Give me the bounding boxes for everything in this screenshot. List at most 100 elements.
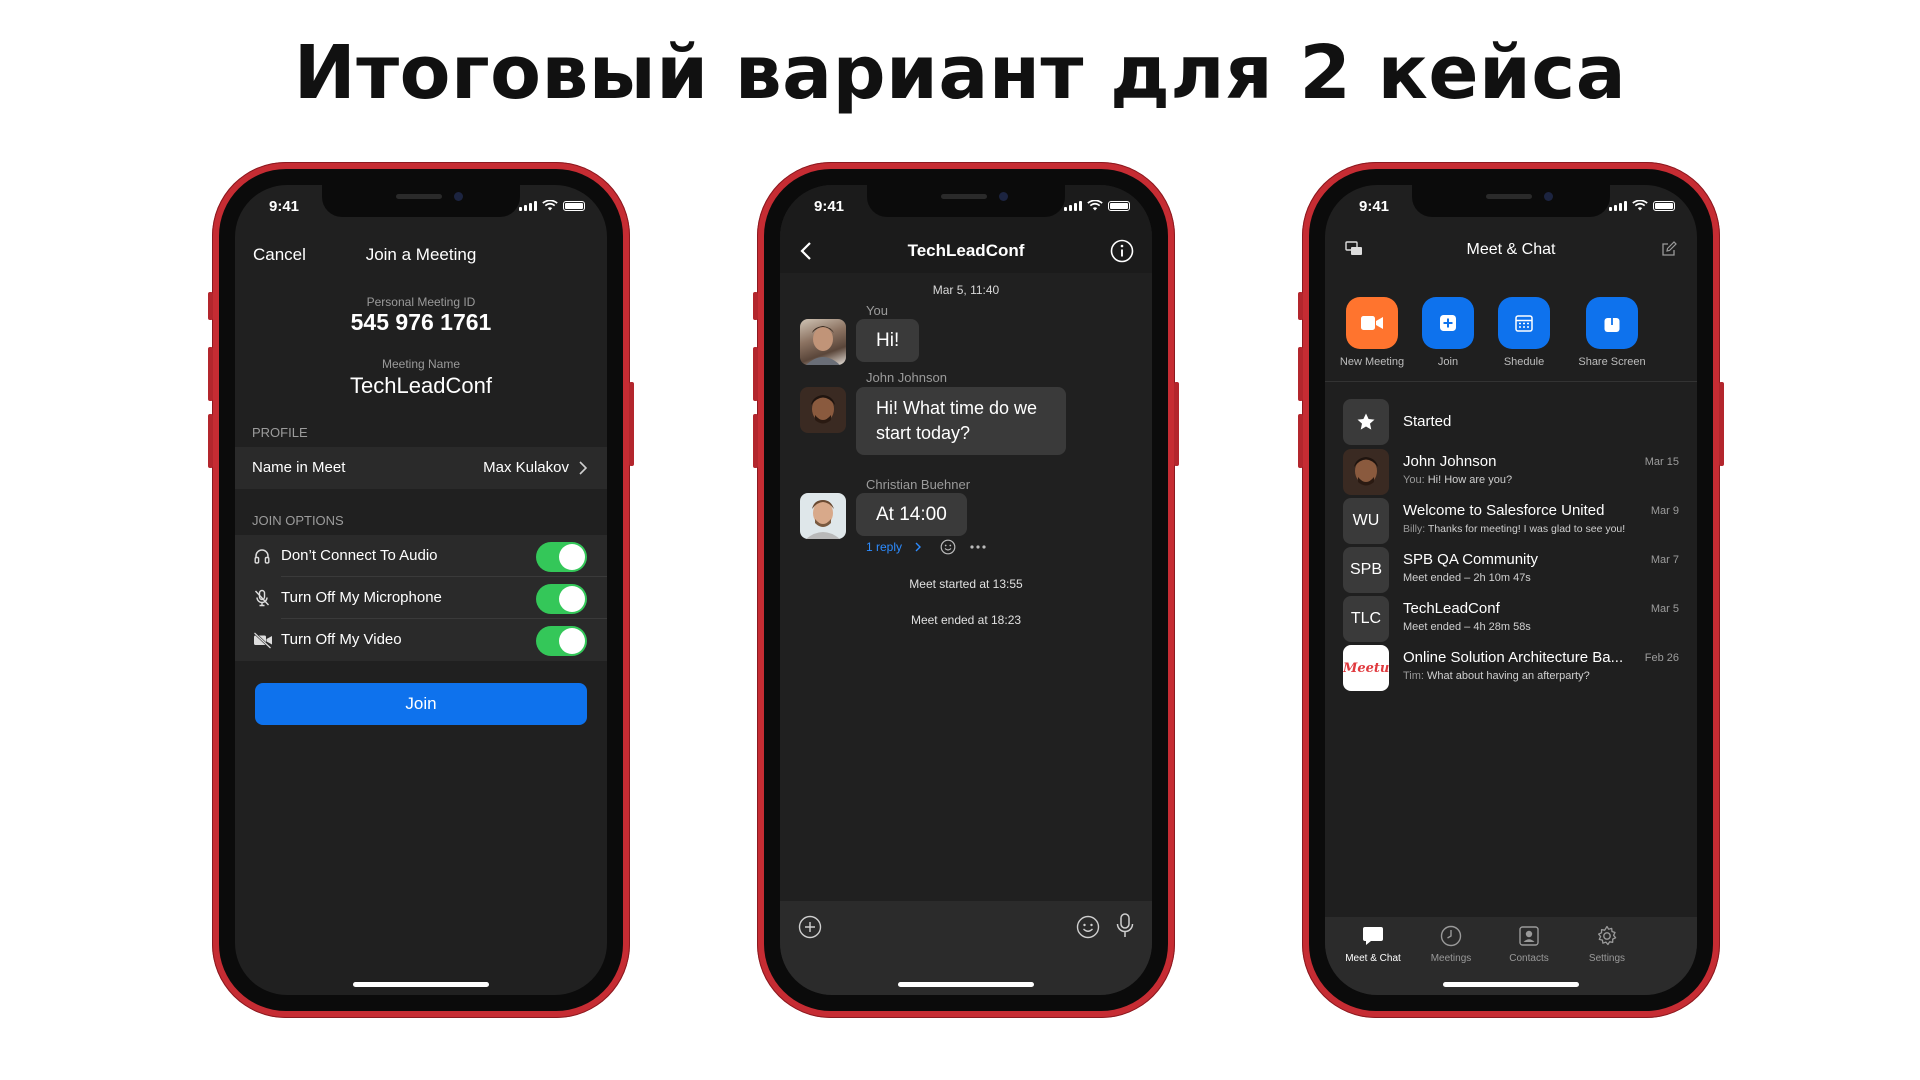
option-row-audio: Don’t Connect To Audio <box>235 535 607 577</box>
chat-date: Mar 9 <box>1650 505 1679 517</box>
join-action-button[interactable]: Join <box>1410 297 1486 368</box>
headphones-icon <box>254 549 270 564</box>
chat-date: Mar 5 <box>1650 603 1679 615</box>
microphone-icon[interactable] <box>1116 913 1134 939</box>
more-options-icon[interactable] <box>970 545 986 549</box>
starred-label: Started <box>1403 413 1452 430</box>
video-camera-icon <box>1361 316 1383 330</box>
nav-title: Join a Meeting <box>365 245 477 264</box>
chat-preview: Tim: What about having an afterparty? <box>1403 670 1590 682</box>
join-button[interactable]: Join <box>255 683 587 725</box>
avatar-you <box>800 319 846 365</box>
pmi-value: 545 976 1761 <box>350 309 492 335</box>
action-label: Shedule <box>1503 356 1545 368</box>
status-time: 9:41 <box>1359 198 1390 215</box>
message-bubble[interactable]: Hi! <box>856 319 920 362</box>
share-up-icon <box>1604 311 1620 332</box>
divider <box>1325 381 1697 382</box>
status-time: 9:41 <box>814 198 845 215</box>
audio-toggle[interactable] <box>536 542 587 572</box>
message-sender: Christian Buehner <box>866 477 971 492</box>
chat-bubble-icon <box>1363 927 1383 945</box>
cellular-signal-icon <box>1609 200 1627 211</box>
add-attachment-icon[interactable] <box>798 915 822 939</box>
join-meeting-screen: 9:41 Cancel Join a Meeting Personal Meet… <box>235 185 607 995</box>
message-composer <box>780 901 1152 995</box>
chat-date: Feb 26 <box>1644 652 1679 664</box>
chat-date: Mar 7 <box>1650 554 1679 566</box>
chat-name: TechLeadConf <box>1403 600 1500 617</box>
chevron-right-icon <box>915 542 922 552</box>
schedule-button[interactable]: Shedule <box>1486 297 1562 368</box>
name-in-meet-row[interactable]: Name in Meet Max Kulakov <box>235 447 607 489</box>
system-message: Meet started at 13:55 <box>909 577 1023 591</box>
share-screen-button[interactable]: Share Screen <box>1562 297 1662 368</box>
action-label: Share Screen <box>1578 356 1646 368</box>
home-indicator <box>898 982 1034 987</box>
meeting-name-label: Meeting Name <box>381 357 461 371</box>
message-bubble[interactable]: At 14:00 <box>856 493 967 536</box>
tab-meetings[interactable]: Meetings <box>1411 925 1491 964</box>
mic-off-icon <box>254 589 270 607</box>
chat-name: Welcome to Salesforce United <box>1403 502 1605 519</box>
cellular-signal-icon <box>1064 200 1082 211</box>
avatar-christian-buehner <box>800 493 846 539</box>
option-label-microphone: Turn Off My Microphone <box>281 589 442 606</box>
profile-section-header: PROFILE <box>252 425 308 440</box>
phone-join-meeting: 9:41 Cancel Join a Meeting Personal Meet… <box>208 162 634 1018</box>
avatar: TLC <box>1343 596 1389 642</box>
pmi-label: Personal Meeting ID <box>366 295 476 309</box>
meeting-name-value: TechLeadConf <box>350 373 492 398</box>
nav-title: Meet & Chat <box>1466 241 1556 258</box>
message-bubble[interactable]: Hi! What time do we start today? <box>856 387 1066 455</box>
meet-chat-screen: 9:41 Meet & Chat New Meeting Join Shedul… <box>1325 185 1697 995</box>
chat-date: Mar 15 <box>1644 456 1679 468</box>
video-toggle[interactable] <box>536 626 587 656</box>
avatar-john-johnson <box>800 387 846 433</box>
video-off-icon <box>253 632 272 649</box>
home-indicator <box>1443 982 1579 987</box>
plus-icon <box>1440 315 1456 331</box>
status-time: 9:41 <box>269 198 300 215</box>
battery-icon <box>1108 200 1130 211</box>
battery-icon <box>563 200 585 211</box>
chat-name: John Johnson <box>1403 453 1497 470</box>
chat-preview: Meet ended – 4h 28m 58s <box>1403 621 1531 633</box>
chat-preview: You: Hi! How are you? <box>1403 474 1513 486</box>
tab-settings[interactable]: Settings <box>1567 925 1647 964</box>
chat-name: Online Solution Architecture Ba... <box>1403 649 1624 666</box>
emoji-icon[interactable] <box>1076 915 1100 939</box>
avatar: SPB <box>1343 547 1389 593</box>
info-icon[interactable] <box>1110 239 1134 263</box>
action-label: Join <box>1437 356 1459 368</box>
new-meeting-button[interactable]: New Meeting <box>1334 297 1410 368</box>
name-in-meet-value: Max Kulakov <box>483 459 569 476</box>
chat-title: TechLeadConf <box>907 241 1025 260</box>
emoji-reaction-icon[interactable] <box>940 539 956 555</box>
tab-contacts[interactable]: Contacts <box>1489 925 1569 964</box>
option-row-microphone: Turn Off My Microphone <box>235 577 607 619</box>
slide-title: Итоговый вариант для 2 кейса <box>293 30 1627 116</box>
compose-icon[interactable] <box>1661 241 1677 257</box>
chat-name: SPB QA Community <box>1403 551 1539 568</box>
chat-screen: 9:41 TechLeadConf Mar 5, 11:40 You Hi! J… <box>780 185 1152 995</box>
phone-meet-chat: 9:41 Meet & Chat New Meeting Join Shedul… <box>1298 162 1724 1018</box>
phone-chat: 9:41 TechLeadConf Mar 5, 11:40 You Hi! J… <box>753 162 1179 1018</box>
option-label-audio: Don’t Connect To Audio <box>281 547 438 564</box>
message-sender: You <box>866 303 888 318</box>
tab-meet-chat[interactable]: Meet & Chat <box>1333 925 1413 964</box>
contact-card-icon <box>1519 926 1539 946</box>
chat-list-item[interactable]: Meetup Online Solution Architecture Ba..… <box>1343 637 1679 697</box>
reply-link[interactable]: 1 reply <box>866 540 922 554</box>
meetup-logo: Meetup <box>1343 645 1389 691</box>
action-label: New Meeting <box>1339 356 1405 368</box>
avatar: WU <box>1343 498 1389 544</box>
avatar <box>1343 449 1389 495</box>
microphone-toggle[interactable] <box>536 584 587 614</box>
chat-preview: Billy: Thanks for meeting! I was glad to… <box>1403 523 1626 535</box>
chevron-right-icon <box>579 461 587 475</box>
star-icon <box>1357 413 1375 430</box>
join-options-section-header: JOIN OPTIONS <box>252 513 344 528</box>
system-message: Meet ended at 18:23 <box>910 613 1022 627</box>
option-row-video: Turn Off My Video <box>235 619 607 661</box>
